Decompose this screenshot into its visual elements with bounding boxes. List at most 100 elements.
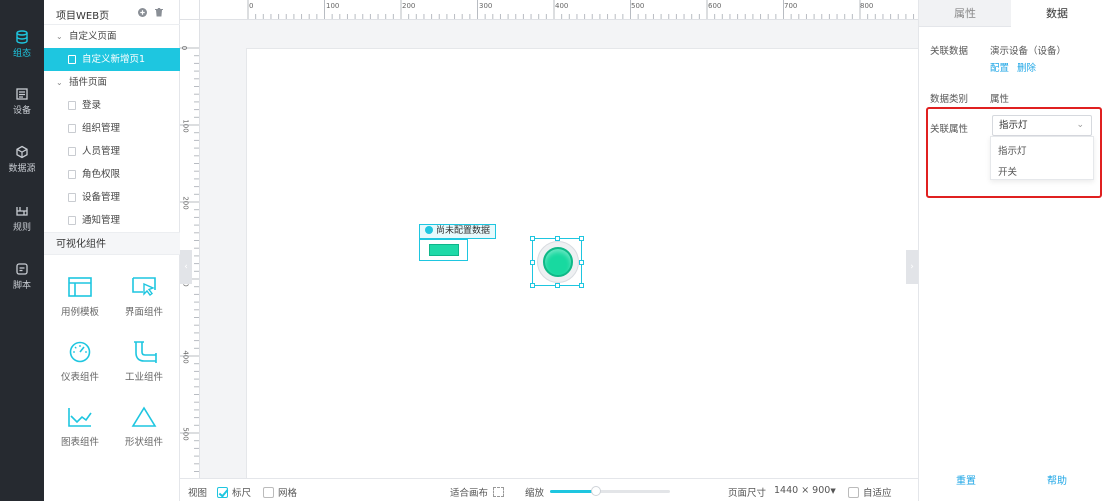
dropdown-option[interactable]: 开关 [998, 164, 1017, 178]
nav-label: 脚本 [12, 281, 31, 291]
ruler-toggle[interactable]: 标尺 [217, 485, 251, 499]
tree-item-label: 通知管理 [82, 215, 121, 226]
ruler-label: 300 [479, 2, 493, 10]
page-icon [68, 193, 76, 202]
page-size-label: 页面尺寸 [728, 488, 767, 499]
gauge-icon [69, 341, 91, 363]
caret-down-icon: ▼ [830, 487, 836, 495]
resize-handle[interactable] [555, 236, 560, 241]
reset-button[interactable]: 重置 [956, 472, 976, 487]
dropdown-option[interactable]: 指示灯 [998, 143, 1027, 157]
inspector-panel: 属性 数据 关联数据 演示设备（设备） 配置 删除 数据类别 属性 关联属性 指… [918, 0, 1102, 501]
collapse-right-handle[interactable]: › [906, 250, 918, 284]
component-industrial[interactable]: 工业组件 [111, 341, 177, 401]
project-header: 项目WEB页 [44, 0, 180, 25]
tree-group-label: 自定义页面 [69, 31, 117, 42]
page-icon [68, 101, 76, 110]
zoom-slider[interactable] [550, 486, 670, 496]
ruler-label: 500 [181, 427, 190, 441]
tree-item-people[interactable]: 人员管理 [44, 140, 180, 163]
page-size-select[interactable]: 1440 × 900▼ [774, 485, 836, 496]
tree-item-notify[interactable]: 通知管理 [44, 209, 180, 232]
nav-item-datasource[interactable]: 数据源 [0, 145, 44, 185]
canvas-workspace[interactable]: 0 100 200 300 400 500 600 700 800 0 100 … [180, 0, 918, 478]
ruler-label: 600 [708, 2, 722, 10]
ruler-label: 100 [181, 119, 190, 133]
page-icon [68, 216, 76, 225]
page-size-value: 1440 × 900 [774, 485, 831, 496]
component-template[interactable]: 用例模板 [47, 276, 113, 336]
tree-item-label: 登录 [82, 100, 102, 111]
page-icon [68, 124, 76, 133]
tree-item-label: 人员管理 [82, 146, 121, 157]
zoom-slider-handle[interactable] [590, 486, 601, 496]
tree-item-label: 设备管理 [82, 192, 121, 203]
triangle-icon [131, 406, 157, 427]
tree-group-plugin[interactable]: ⌄ 插件页面 [44, 71, 180, 94]
adaptive-toggle[interactable]: 自适应 [848, 485, 892, 499]
tree-item-org[interactable]: 组织管理 [44, 117, 180, 140]
unconfigured-data-label: 尚未配置数据 [436, 226, 491, 236]
tab-properties[interactable]: 属性 [919, 0, 1011, 27]
component-ui[interactable]: 界面组件 [111, 276, 177, 336]
resize-handle[interactable] [579, 236, 584, 241]
chevron-down-icon: ⌄ [1076, 120, 1084, 130]
chevron-right-icon: › [910, 262, 914, 272]
trash-icon[interactable] [155, 8, 163, 17]
nav-label: 组态 [12, 49, 31, 59]
component-chart[interactable]: 图表组件 [47, 406, 113, 466]
ruler-label: 400 [555, 2, 569, 10]
linked-data-label: 关联数据 [930, 46, 969, 57]
tree-item-custom-page-1[interactable]: 自定义新增页1 [44, 48, 180, 71]
resize-handle[interactable] [555, 283, 560, 288]
help-button[interactable]: 帮助 [1047, 472, 1067, 487]
config-link[interactable]: 配置 [990, 60, 1009, 74]
bar-component[interactable] [419, 239, 468, 261]
tree-item-login[interactable]: 登录 [44, 94, 180, 117]
unconfigured-data-tag: 尚未配置数据 [419, 224, 497, 239]
ruler-label: 0 [180, 45, 189, 51]
add-circle-icon[interactable] [138, 8, 147, 17]
delete-link[interactable]: 删除 [1017, 60, 1036, 74]
zoom-slider-fill [550, 490, 596, 493]
resize-handle[interactable] [579, 260, 584, 265]
zoom-label: 缩放 [525, 488, 545, 499]
project-title: 项目WEB页 [56, 11, 110, 22]
nav-item-rules[interactable]: 规则 [0, 204, 44, 244]
resize-handle[interactable] [530, 236, 535, 241]
nav-item-configuration[interactable]: 组态 [0, 30, 44, 70]
tree-item-devices[interactable]: 设备管理 [44, 186, 180, 209]
resize-handle[interactable] [530, 283, 535, 288]
project-panel: 项目WEB页 ⌄ 自定义页面 自定义新增页1 ⌄ 插件页面 登录 组织管理 人员… [44, 0, 180, 501]
indicator-lamp-component[interactable] [530, 236, 584, 288]
component-shape[interactable]: 形状组件 [111, 406, 177, 466]
script-icon [16, 263, 28, 275]
checkbox-icon [263, 487, 274, 498]
line-chart-icon [68, 408, 92, 427]
tree-item-label: 角色权限 [82, 169, 121, 180]
ruler-top: 0 100 200 300 400 500 600 700 800 [200, 0, 918, 20]
tree-group-custom[interactable]: ⌄ 自定义页面 [44, 25, 180, 48]
ruler-label: 100 [326, 2, 340, 10]
page-icon [68, 170, 76, 179]
component-label: 形状组件 [124, 437, 163, 448]
collapse-left-handle[interactable]: ‹ [180, 250, 192, 284]
fit-canvas-button[interactable]: 适合画布 [450, 485, 505, 499]
component-label: 界面组件 [124, 307, 163, 318]
tree-item-roles[interactable]: 角色权限 [44, 163, 180, 186]
nav-label: 数据源 [8, 164, 36, 174]
left-nav: 组态 设备 数据源 规则 脚本 [0, 0, 44, 501]
component-gauge[interactable]: 仪表组件 [47, 341, 113, 401]
tab-data[interactable]: 数据 [1011, 0, 1102, 27]
nav-item-devices[interactable]: 设备 [0, 87, 44, 127]
linked-attr-select[interactable]: 指示灯 ⌄ [992, 115, 1092, 136]
resize-handle[interactable] [530, 260, 535, 265]
grid-toggle[interactable]: 网格 [263, 485, 297, 499]
nav-item-scripts[interactable]: 脚本 [0, 262, 44, 302]
bar-component-fill [429, 244, 459, 256]
component-label: 图表组件 [60, 437, 99, 448]
resize-handle[interactable] [579, 283, 584, 288]
ruler-label: 800 [860, 2, 874, 10]
tree-item-label: 自定义新增页1 [82, 54, 146, 65]
database-icon [16, 30, 28, 44]
